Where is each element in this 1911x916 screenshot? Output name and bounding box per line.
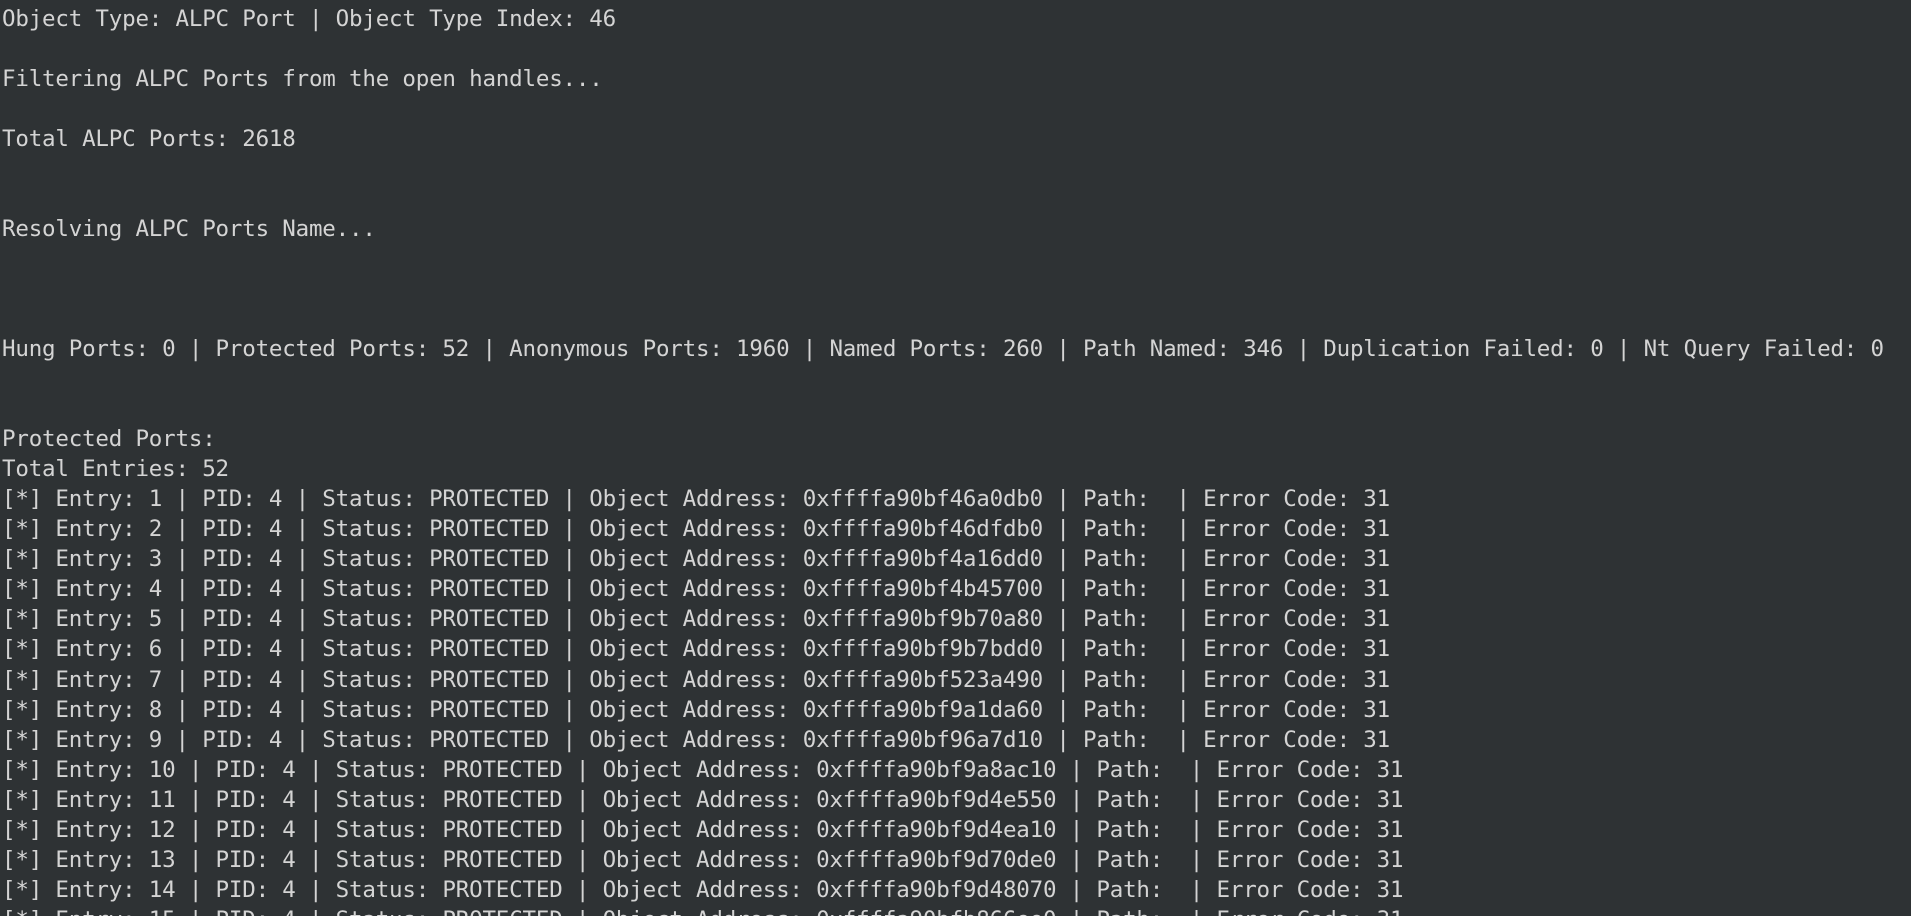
entry-line: [*] Entry: 8 | PID: 4 | Status: PROTECTE… <box>2 696 1390 723</box>
entry-line: [*] Entry: 7 | PID: 4 | Status: PROTECTE… <box>2 666 1390 693</box>
filtering-status-line: Filtering ALPC Ports from the open handl… <box>2 66 603 92</box>
entry-line: [*] Entry: 6 | PID: 4 | Status: PROTECTE… <box>2 636 1390 663</box>
port-statistics-line: Hung Ports: 0 | Protected Ports: 52 | An… <box>2 336 1884 362</box>
entry-line: [*] Entry: 10 | PID: 4 | Status: PROTECT… <box>2 756 1404 783</box>
entry-line: [*] Entry: 13 | PID: 4 | Status: PROTECT… <box>2 847 1404 874</box>
total-ports-line: Total ALPC Ports: 2618 <box>2 126 296 152</box>
entry-line: [*] Entry: 5 | PID: 4 | Status: PROTECTE… <box>2 606 1390 633</box>
entry-line: [*] Entry: 11 | PID: 4 | Status: PROTECT… <box>2 786 1404 813</box>
resolving-status-line: Resolving ALPC Ports Name... <box>2 216 376 242</box>
entry-line: [*] Entry: 4 | PID: 4 | Status: PROTECTE… <box>2 576 1390 603</box>
entry-line: [*] Entry: 1 | PID: 4 | Status: PROTECTE… <box>2 486 1390 512</box>
protected-ports-header: Protected Ports: <box>2 426 216 452</box>
entry-line: [*] Entry: 9 | PID: 4 | Status: PROTECTE… <box>2 726 1390 753</box>
entry-list: [*] Entry: 1 | PID: 4 | Status: PROTECTE… <box>2 484 1404 916</box>
entry-line: [*] Entry: 12 | PID: 4 | Status: PROTECT… <box>2 817 1404 844</box>
object-type-line: Object Type: ALPC Port | Object Type Ind… <box>2 6 616 32</box>
entry-line: [*] Entry: 2 | PID: 4 | Status: PROTECTE… <box>2 516 1390 543</box>
entry-line: [*] Entry: 3 | PID: 4 | Status: PROTECTE… <box>2 546 1390 573</box>
terminal-window[interactable]: Object Type: ALPC Port | Object Type Ind… <box>0 0 1911 916</box>
total-entries-line: Total Entries: 52 <box>2 456 229 482</box>
entry-line: [*] Entry: 15 | PID: 4 | Status: PROTECT… <box>2 905 1404 916</box>
entry-line: [*] Entry: 14 | PID: 4 | Status: PROTECT… <box>2 877 1404 904</box>
